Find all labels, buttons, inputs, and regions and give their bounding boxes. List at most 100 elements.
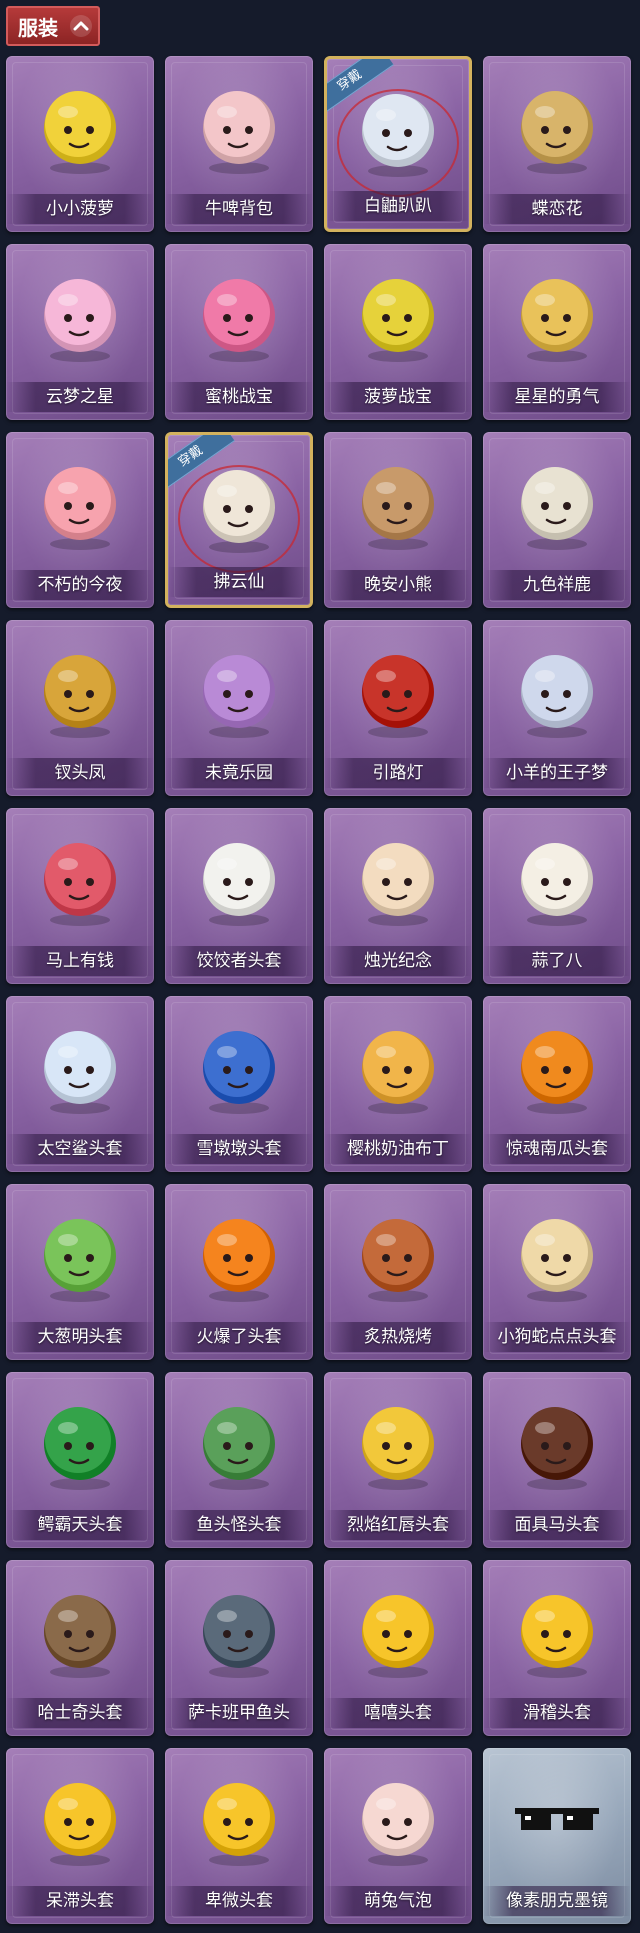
costume-card[interactable]: 小小菠萝 <box>6 56 154 232</box>
costume-name: 萨卡班甲鱼头 <box>165 1698 313 1728</box>
costume-card[interactable]: 菠萝战宝 <box>324 244 472 420</box>
costume-name: 萌兔气泡 <box>324 1886 472 1916</box>
costume-name: 炙热烧烤 <box>324 1322 472 1352</box>
costume-card[interactable]: 大葱明头套 <box>6 1184 154 1360</box>
lantern-icon <box>350 636 446 744</box>
crocodile-head-icon <box>32 1388 128 1496</box>
costume-card[interactable]: 太空鲨头套 <box>6 996 154 1172</box>
costume-card[interactable]: 呆滞头套 <box>6 1748 154 1924</box>
costume-card[interactable]: 马上有钱 <box>6 808 154 984</box>
pumpkin-head-icon <box>509 1012 605 1120</box>
costume-name: 白鼬趴趴 <box>327 191 469 221</box>
space-shark-head-icon <box>32 1012 128 1120</box>
costume-card[interactable]: 像素朋克墨镜 <box>483 1748 631 1924</box>
costume-name: 惊魂南瓜头套 <box>483 1134 631 1164</box>
costume-card[interactable]: 钗头凤 <box>6 620 154 796</box>
costume-card[interactable]: 星星的勇气 <box>483 244 631 420</box>
costume-name: 引路灯 <box>324 758 472 788</box>
costume-name: 面具马头套 <box>483 1510 631 1540</box>
costume-card[interactable]: 鳄霸天头套 <box>6 1372 154 1548</box>
costume-card[interactable]: 穿戴 白鼬趴趴 <box>324 56 472 232</box>
cloud-fairy-charm-icon <box>191 451 287 559</box>
costume-name: 小羊的王子梦 <box>483 758 631 788</box>
costume-card[interactable]: 蜜桃战宝 <box>165 244 313 420</box>
pineapple-robot-charm-icon <box>350 260 446 368</box>
costume-name: 小小菠萝 <box>6 194 154 224</box>
costume-name: 嘻嘻头套 <box>324 1698 472 1728</box>
snowman-reindeer-head-icon <box>191 1012 287 1120</box>
fox-dessert-icon <box>32 448 128 556</box>
costume-name: 滑稽头套 <box>483 1698 631 1728</box>
costume-card[interactable]: 炙热烧烤 <box>324 1184 472 1360</box>
cherry-pudding-head-icon <box>350 1012 446 1120</box>
costume-grid: 小小菠萝 牛啤背包 穿戴 白鼬趴趴 蝶恋花云梦之星 蜜桃战宝 菠萝战宝 星星的勇气不朽的今夜穿… <box>6 56 634 1924</box>
cow-beer-backpack-icon <box>191 72 287 180</box>
costume-name: 小狗蛇点点头套 <box>483 1322 631 1352</box>
costume-card[interactable]: 滑稽头套 <box>483 1560 631 1736</box>
green-onion-head-icon <box>32 1200 128 1308</box>
costume-card[interactable]: 雪墩墩头套 <box>165 996 313 1172</box>
chevron-up-icon <box>68 14 94 38</box>
costume-card[interactable]: 烛光纪念 <box>324 808 472 984</box>
costume-card[interactable]: 烈焰红唇头套 <box>324 1372 472 1548</box>
costume-card[interactable]: 蒜了八 <box>483 808 631 984</box>
costume-card[interactable]: 卑微头套 <box>165 1748 313 1924</box>
costume-name: 烈焰红唇头套 <box>324 1510 472 1540</box>
costume-name: 云梦之星 <box>6 382 154 412</box>
costume-card[interactable]: 萌兔气泡 <box>324 1748 472 1924</box>
dog-snake-head-icon <box>509 1200 605 1308</box>
costume-card[interactable]: 引路灯 <box>324 620 472 796</box>
costume-name: 像素朋克墨镜 <box>483 1886 631 1916</box>
unicorn-cloud-icon <box>32 260 128 368</box>
costume-card[interactable]: 未竟乐园 <box>165 620 313 796</box>
costume-card[interactable]: 穿戴 拂云仙 <box>165 432 313 608</box>
costume-card[interactable]: 牛啤背包 <box>165 56 313 232</box>
costume-name: 晚安小熊 <box>324 570 472 600</box>
pineapple-costume-icon <box>32 72 128 180</box>
costume-name: 蝶恋花 <box>483 194 631 224</box>
costume-name: 雪墩墩头套 <box>165 1134 313 1164</box>
costume-name: 未竟乐园 <box>165 758 313 788</box>
costume-card[interactable]: 火爆了头套 <box>165 1184 313 1360</box>
costume-name: 火爆了头套 <box>165 1322 313 1352</box>
costume-card[interactable]: 云梦之星 <box>6 244 154 420</box>
costume-card[interactable]: 鱼头怪头套 <box>165 1372 313 1548</box>
costume-name: 大葱明头套 <box>6 1322 154 1352</box>
peach-robot-charm-icon <box>191 260 287 368</box>
fire-head-icon <box>191 1200 287 1308</box>
nine-color-deer-icon <box>509 448 605 556</box>
stunned-emoji-head-icon <box>32 1764 128 1872</box>
costume-card[interactable]: 不朽的今夜 <box>6 432 154 608</box>
costume-name: 哈士奇头套 <box>6 1698 154 1728</box>
section-tab-costume[interactable]: 服装 <box>6 6 100 46</box>
husky-head-icon <box>32 1576 128 1684</box>
costume-card[interactable]: 樱桃奶油布丁 <box>324 996 472 1172</box>
phoenix-hairpin-icon <box>32 636 128 744</box>
candle-head-icon <box>350 824 446 932</box>
barbecue-head-icon <box>350 1200 446 1308</box>
costume-card[interactable]: 蝶恋花 <box>483 56 631 232</box>
costume-card[interactable]: 哈士奇头套 <box>6 1560 154 1736</box>
costume-name: 樱桃奶油布丁 <box>324 1134 472 1164</box>
costume-card[interactable]: 萨卡班甲鱼头 <box>165 1560 313 1736</box>
costume-card[interactable]: 嘻嘻头套 <box>324 1560 472 1736</box>
costume-name: 蒜了八 <box>483 946 631 976</box>
horse-mask-head-icon <box>509 1388 605 1496</box>
costume-card[interactable]: 惊魂南瓜头套 <box>483 996 631 1172</box>
costume-card[interactable]: 小羊的王子梦 <box>483 620 631 796</box>
costume-card[interactable]: 九色祥鹿 <box>483 432 631 608</box>
costume-name: 九色祥鹿 <box>483 570 631 600</box>
costume-name: 卑微头套 <box>165 1886 313 1916</box>
costume-card[interactable]: 饺饺者头套 <box>165 808 313 984</box>
costume-name: 呆滞头套 <box>6 1886 154 1916</box>
costume-name: 饺饺者头套 <box>165 946 313 976</box>
costume-card[interactable]: 面具马头套 <box>483 1372 631 1548</box>
white-weasel-icon <box>350 75 446 183</box>
costume-name: 不朽的今夜 <box>6 570 154 600</box>
costume-card[interactable]: 晚安小熊 <box>324 432 472 608</box>
fish-monster-head-icon <box>191 1388 287 1496</box>
costume-card[interactable]: 小狗蛇点点头套 <box>483 1184 631 1360</box>
costume-name: 拂云仙 <box>168 567 310 597</box>
garlic-head-icon <box>509 824 605 932</box>
horse-head-icon <box>32 824 128 932</box>
